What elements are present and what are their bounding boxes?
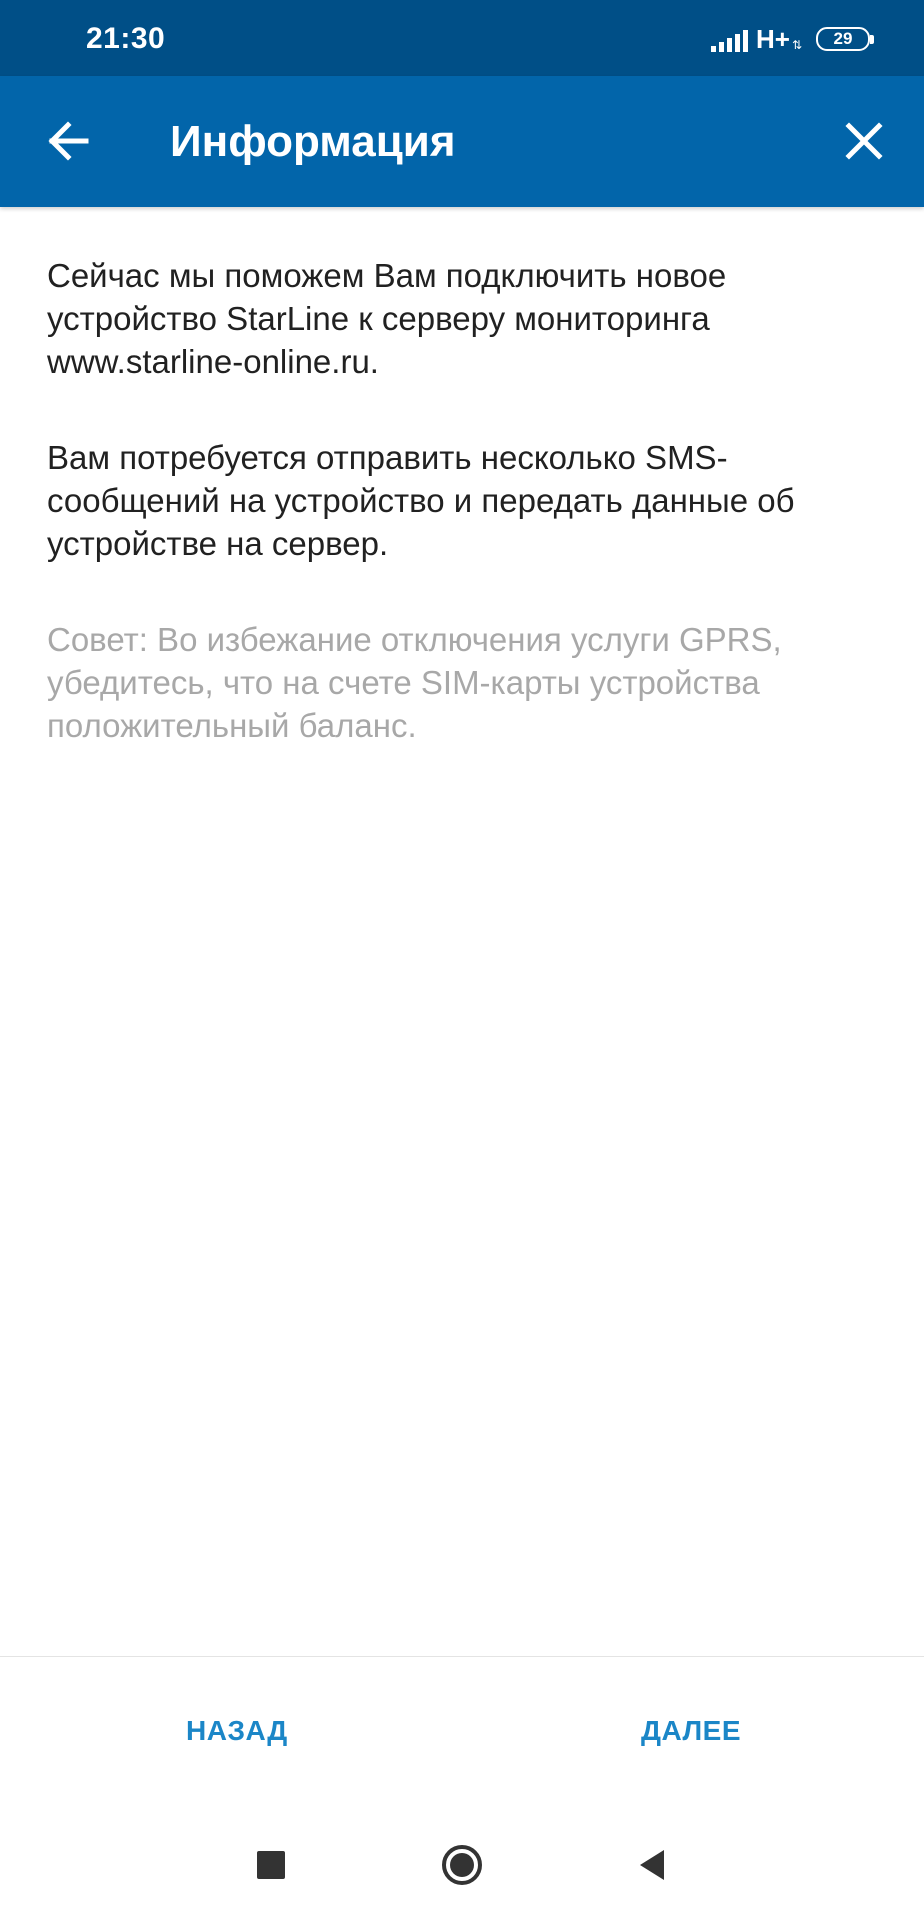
arrow-left-icon [48, 121, 89, 161]
battery-nub [870, 34, 874, 44]
status-bar: 21:30 H+ ⇅ 29 [0, 0, 924, 76]
data-activity-icon: ⇅ [791, 38, 802, 52]
tip-text: Совет: Во избежание отключения услуги GP… [47, 621, 782, 744]
home-circle-icon [442, 1845, 482, 1885]
close-icon [845, 122, 883, 160]
back-arrow-button[interactable] [40, 111, 100, 171]
info-paragraph: Сейчас мы поможем Вам подключить новое у… [47, 257, 727, 380]
status-time: 21:30 [86, 22, 166, 55]
next-button[interactable]: ДАЛЕЕ [641, 1715, 741, 1747]
recents-square-icon [257, 1851, 285, 1879]
battery-level: 29 [833, 29, 853, 48]
info-paragraph: Вам потребуется отправить несколько SMS-… [47, 439, 795, 562]
battery-icon: 29 [816, 27, 870, 51]
app-bar: Информация [0, 76, 924, 207]
page-title: Информация [170, 117, 456, 166]
close-button[interactable] [834, 111, 894, 171]
back-button[interactable]: НАЗАД [186, 1715, 288, 1747]
status-icons: H+ ⇅ 29 [710, 22, 874, 56]
system-nav-bar [0, 1809, 924, 1920]
recents-button[interactable] [249, 1843, 293, 1887]
wizard-button-bar: НАЗАД ДАЛЕЕ [0, 1656, 924, 1810]
signal-strength-icon [710, 26, 748, 52]
home-button[interactable] [440, 1843, 484, 1887]
system-back-button[interactable] [630, 1843, 674, 1887]
back-triangle-icon [640, 1850, 664, 1880]
info-content: Сейчас мы поможем Вам подключить новое у… [47, 254, 887, 747]
network-type: H+ [755, 23, 790, 54]
